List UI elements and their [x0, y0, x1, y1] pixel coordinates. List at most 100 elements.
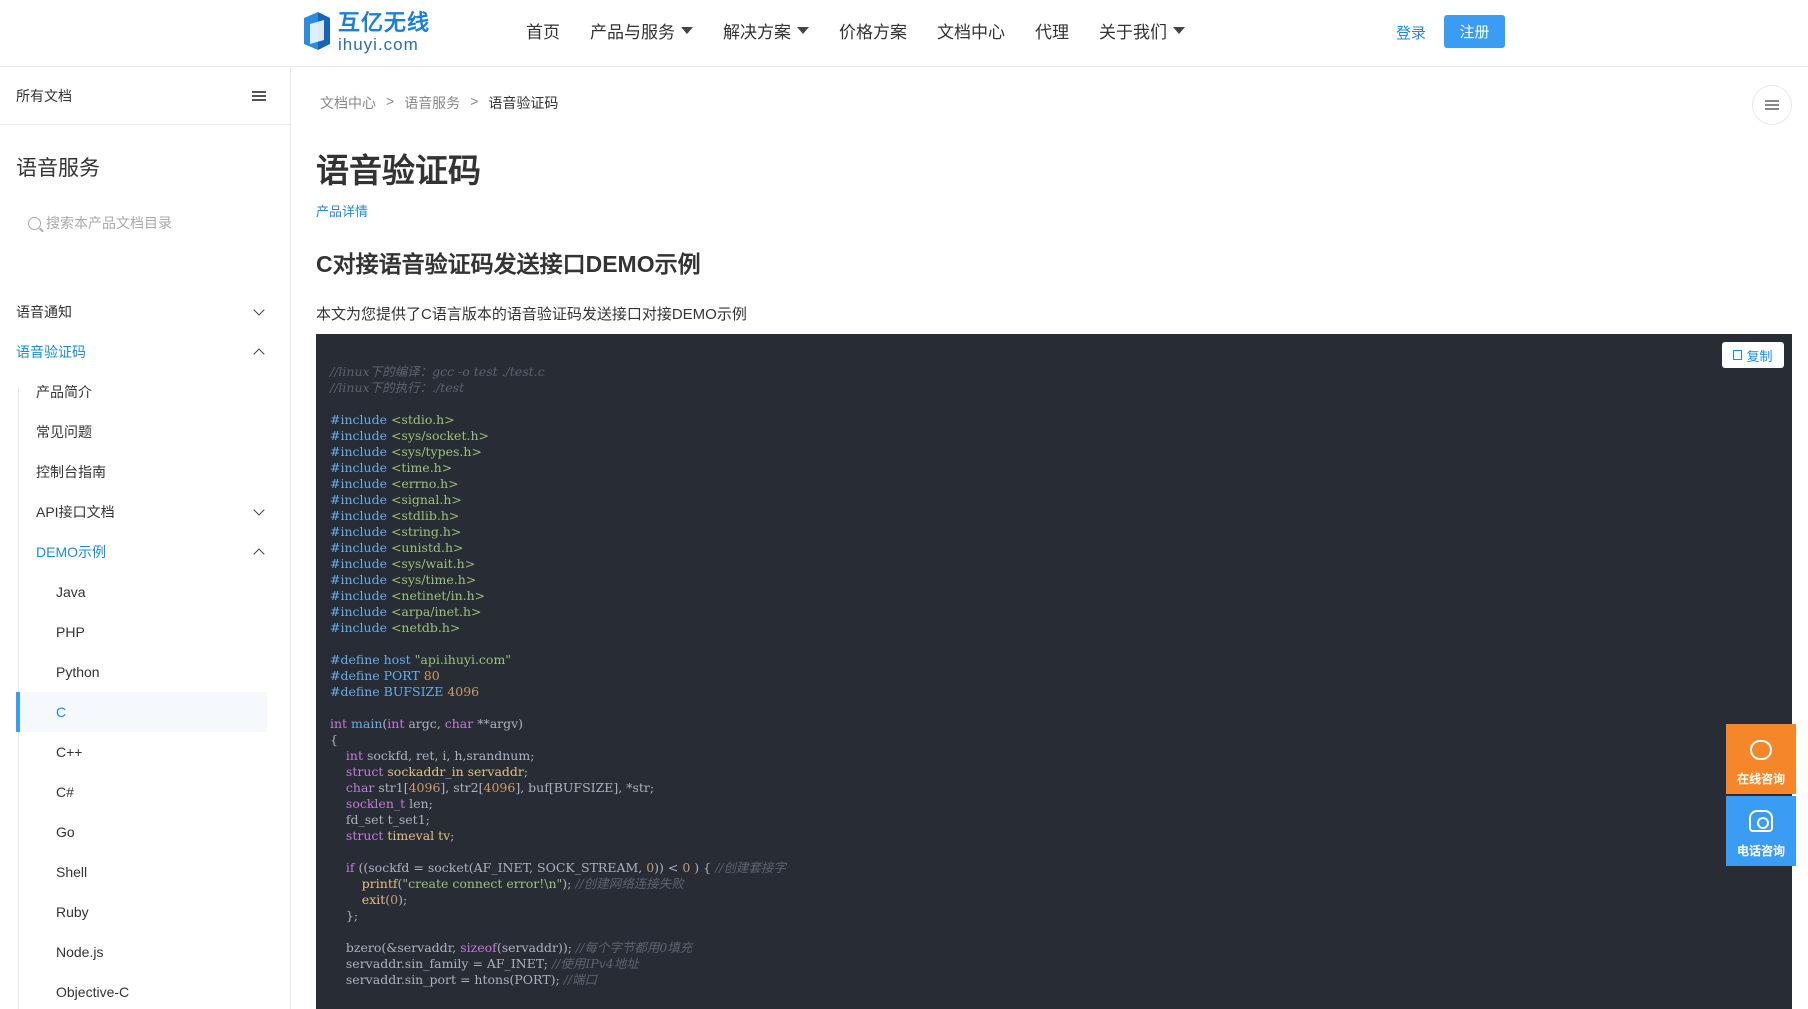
sidebar-item[interactable]: Node.js [0, 932, 290, 972]
sidebar-search-input[interactable]: 搜索本产品文档目录 [16, 201, 290, 245]
sidebar-item[interactable]: Python [0, 652, 290, 692]
sidebar-item[interactable]: Objective-C [0, 972, 290, 1009]
code-token: { [330, 732, 338, 747]
sidebar-item-label: 常见问题 [36, 424, 92, 440]
phone-consult-button[interactable]: 电话咨询 [1726, 796, 1796, 866]
code-line: int sockfd, ret, i, h,srandnum; [330, 748, 786, 764]
caret-down-icon [1173, 26, 1185, 34]
code-token: sockfd, ret, i, h,srandnum; [366, 748, 535, 763]
code-token: <netinet/in.h> [390, 588, 486, 603]
code-token: #include [330, 572, 391, 587]
menu-icon [1765, 100, 1779, 110]
intro-text: 本文为您提供了C语言版本的语音验证码发送接口对接DEMO示例 [316, 306, 747, 323]
top-header: 互亿无线 ihuyi.com 首页 产品与服务 解决方案 价格方案 文档中心 代理 关于我们… [0, 0, 1808, 67]
code-token: #include [330, 428, 391, 443]
sidebar-item-label: Shell [56, 864, 88, 880]
code-line: #define host "api.ihuyi.com" [330, 652, 786, 668]
logo[interactable]: 互亿无线 ihuyi.com [302, 10, 430, 54]
code-token: timeval tv [387, 828, 451, 843]
code-line: #include <sys/types.h> [330, 444, 786, 460]
code-token: //使用IPv4地址 [551, 956, 639, 971]
all-docs-bar[interactable]: 所有文档 [0, 68, 290, 125]
code-line: #include <sys/socket.h> [330, 428, 786, 444]
code-line: #include <sys/time.h> [330, 572, 786, 588]
sidebar-item[interactable]: 常见问题 [0, 412, 290, 452]
copy-icon [1733, 350, 1743, 360]
code-token: <unistd.h> [390, 540, 464, 555]
phone-icon [1749, 810, 1773, 832]
register-button[interactable]: 注册 [1444, 15, 1505, 48]
sidebar-item[interactable]: Go [0, 812, 290, 852]
code-token: 4096 [447, 684, 480, 699]
code-token: //linux下的编译：gcc -o test ./test.c [330, 364, 545, 379]
sidebar-item[interactable]: 产品简介 [0, 372, 290, 412]
logo-text-cn: 互亿无线 [338, 9, 431, 35]
list-icon[interactable] [252, 91, 266, 101]
sidebar-item[interactable]: Ruby [0, 892, 290, 932]
code-token: 0 [390, 892, 399, 907]
code-line: if ((sockfd = socket(AF_INET, SOCK_STREA… [330, 860, 786, 876]
code-block[interactable]: 复制 //linux下的编译：gcc -o test ./test.c//lin… [316, 334, 1792, 1009]
sidebar-item[interactable]: 语音验证码 [0, 332, 290, 372]
doc-tree: 语音通知 语音验证码 产品简介常见问题控制台指南 API接口文档 DEMO示例 Java P… [0, 292, 290, 1009]
code-token: }; [330, 908, 359, 923]
nav-item-label: 解决方案 [723, 22, 791, 42]
code-line: printf("create connect error!\n"); //创建网… [330, 876, 786, 892]
nav-item[interactable]: 首页 [526, 18, 560, 43]
online-consult-button[interactable]: 在线咨询 [1726, 724, 1796, 794]
code-token: <stdio.h> [390, 412, 455, 427]
code-line: //linux下的编译：gcc -o test ./test.c [330, 364, 786, 380]
code-token: ) { [690, 860, 716, 875]
code-line: #include <netdb.h> [330, 620, 786, 636]
sidebar-item[interactable]: Shell [0, 852, 290, 892]
nav-item[interactable]: 解决方案 [723, 18, 809, 43]
product-detail-link[interactable]: 产品详情 [316, 201, 368, 220]
toc-toggle-button[interactable] [1752, 85, 1792, 125]
code-line: { [330, 732, 786, 748]
code-line: #include <netinet/in.h> [330, 588, 786, 604]
code-token: #include [330, 524, 391, 539]
code-token: ((sockfd = socket(AF_INET, SOCK_STREAM, [358, 860, 647, 875]
sidebar-item-label: PHP [56, 624, 85, 640]
breadcrumb-item: 语音验证码 [488, 95, 559, 111]
sidebar-item[interactable]: Java [0, 572, 290, 612]
nav-item-label: 首页 [526, 22, 560, 42]
code-token: <errno.h> [390, 476, 459, 491]
nav-item[interactable]: 关于我们 [1099, 18, 1185, 43]
code-token: #include [330, 508, 391, 523]
code-token: <sys/wait.h> [390, 556, 476, 571]
breadcrumb-item[interactable]: 文档中心 [320, 93, 376, 113]
code-token: #include [330, 540, 391, 555]
breadcrumb-item[interactable]: 语音服务 [404, 93, 460, 113]
sidebar-item[interactable]: DEMO示例 [0, 532, 290, 572]
copy-label: 复制 [1746, 348, 1773, 364]
code-token: ; [523, 764, 529, 779]
sidebar-item[interactable]: API接口文档 [0, 492, 290, 532]
online-consult-label: 在线咨询 [1736, 772, 1785, 786]
nav-item[interactable]: 代理 [1035, 18, 1069, 43]
code-line: struct sockaddr_in servaddr; [330, 764, 786, 780]
code-line: socklen_t len; [330, 796, 786, 812]
code-token: <stdlib.h> [390, 508, 460, 523]
copy-button[interactable]: 复制 [1722, 342, 1784, 368]
nav-item[interactable]: 产品与服务 [590, 18, 693, 43]
sidebar-item[interactable]: 语音通知 [0, 292, 290, 332]
sidebar-item[interactable]: C [16, 692, 267, 732]
nav-item[interactable]: 文档中心 [937, 18, 1005, 43]
code-token: "create connect error!\n" [402, 876, 563, 891]
code-line: #include <string.h> [330, 524, 786, 540]
sidebar-item[interactable]: C++ [0, 732, 290, 772]
code-token: exit [361, 892, 386, 907]
code-token: //创建套接字 [715, 860, 786, 875]
login-link[interactable]: 登录 [1396, 22, 1426, 43]
sidebar-item[interactable]: PHP [0, 612, 290, 652]
nav-item[interactable]: 价格方案 [839, 18, 907, 43]
logo-text-en: ihuyi.com [338, 34, 419, 54]
sidebar-item[interactable]: C# [0, 772, 290, 812]
sidebar-item[interactable]: 控制台指南 [0, 452, 290, 492]
